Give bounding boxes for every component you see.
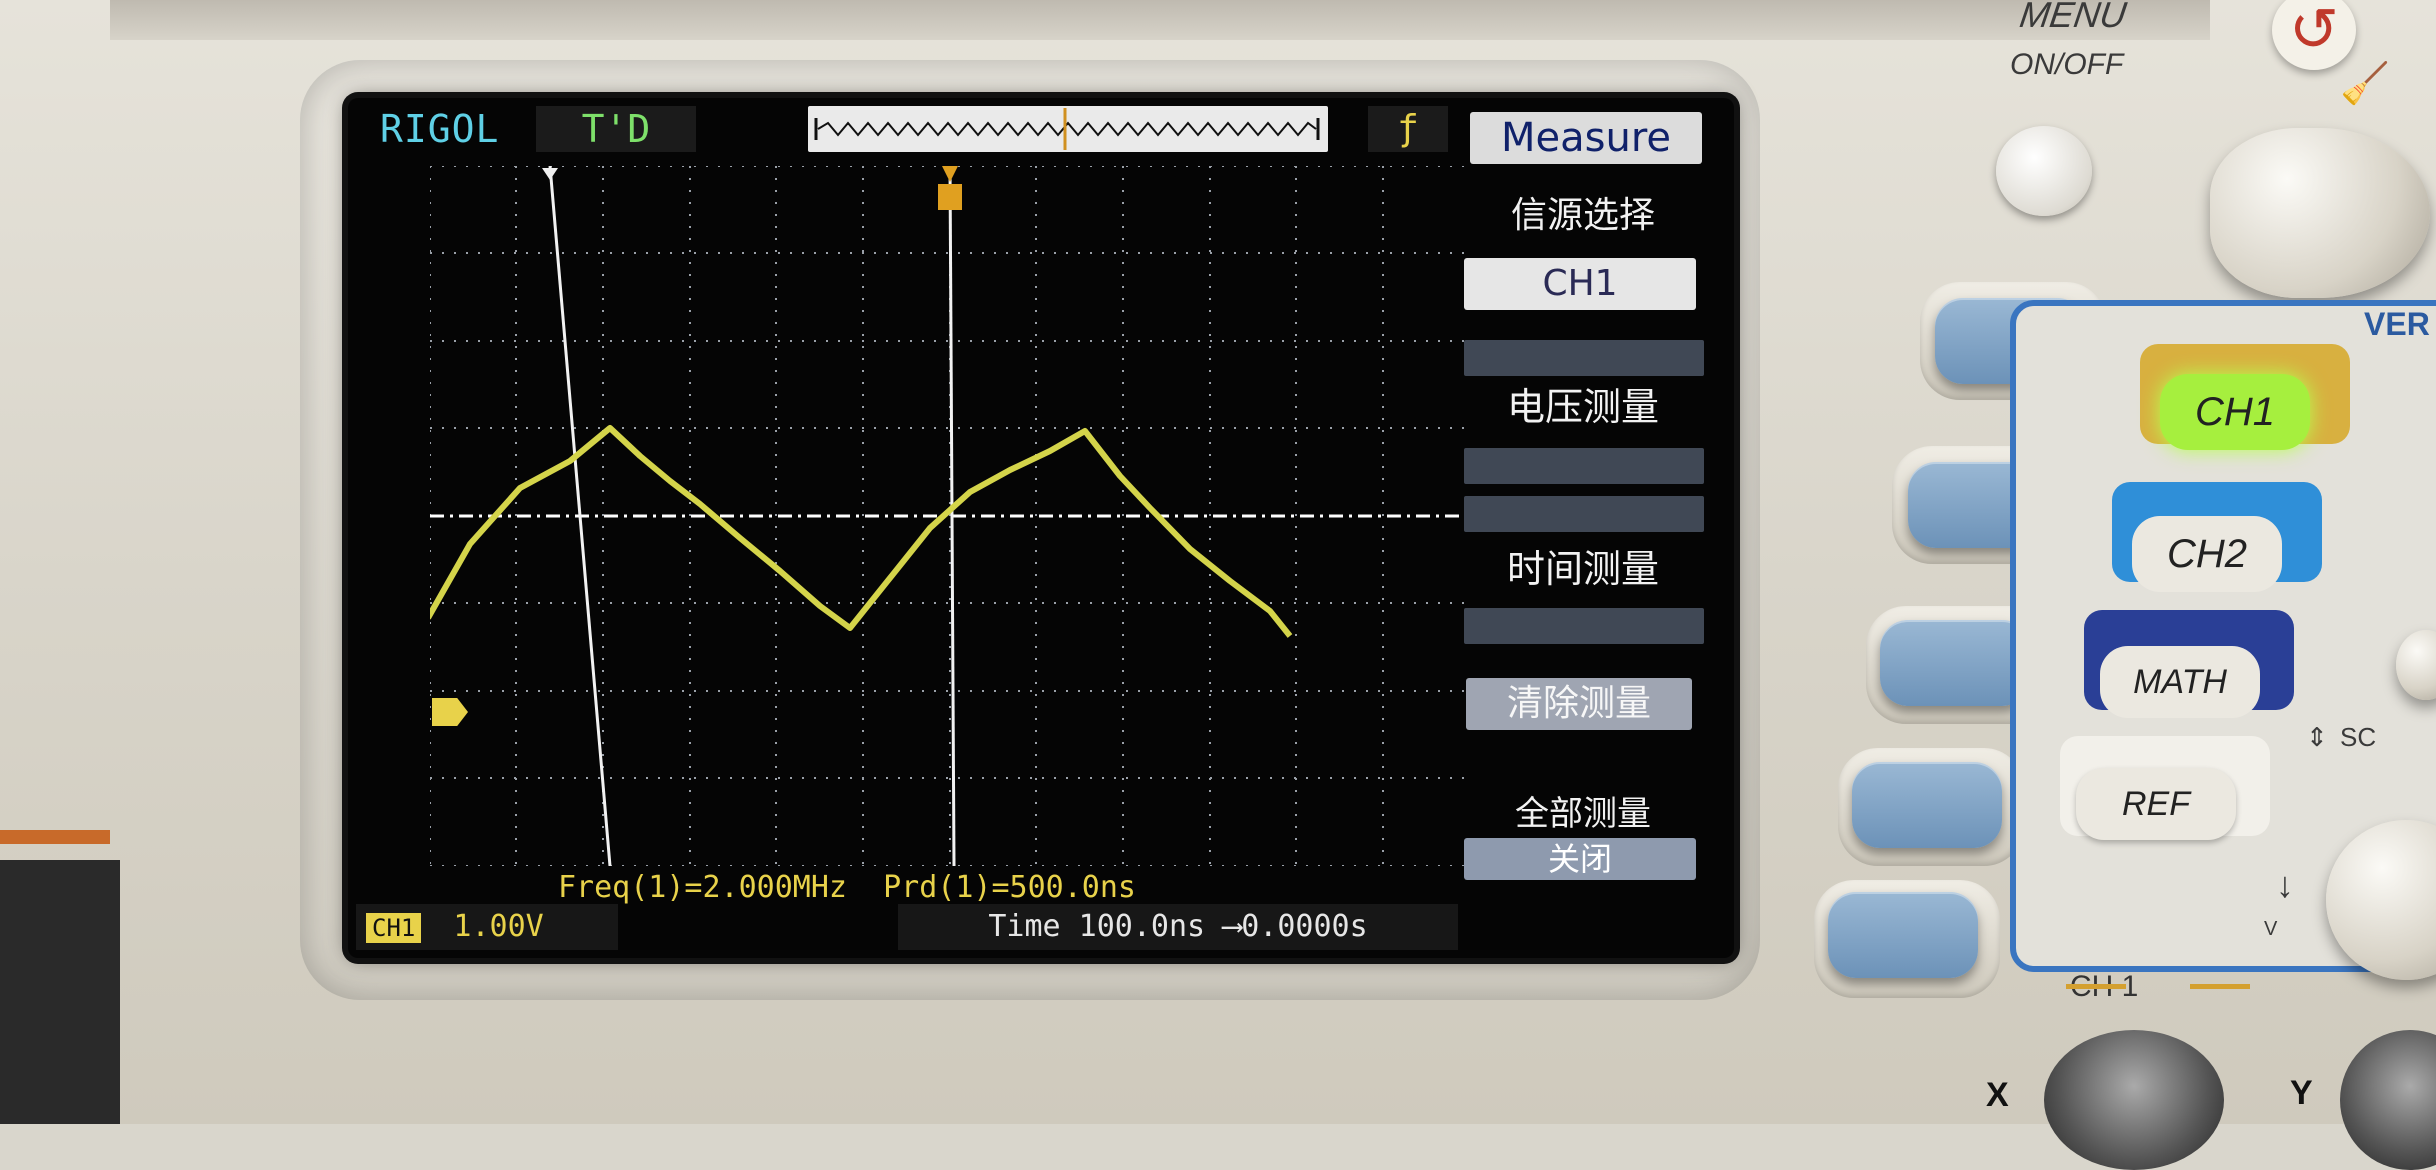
trigger-offset-value: ⟶0.0000s (1223, 909, 1368, 944)
rising-edge-icon: ƒ (1397, 108, 1419, 149)
ch2-button[interactable]: CH2 (2132, 516, 2282, 592)
menu-button-3[interactable] (1880, 620, 2030, 706)
trigger-edge-indicator: ƒ (1368, 106, 1448, 152)
menu-source-value[interactable]: CH1 (1464, 258, 1696, 310)
menu-source-label: 信源选择 (1510, 195, 1655, 236)
oscilloscope-body: RIGOL T'D ƒ Freq(1)=2.000MHz Prd(1)=500.… (0, 0, 2436, 1170)
position-icon: ↓ (2276, 864, 2294, 905)
menu-time-measure[interactable]: 时间测量 (1460, 538, 1706, 593)
menu-onoff-button[interactable] (1996, 126, 2092, 216)
ch1-color-bar (2190, 984, 2250, 989)
menu-all-measure-label: 全部测量 (1515, 794, 1651, 834)
ref-button[interactable]: REF (2076, 768, 2236, 840)
measurement-readout: Freq(1)=2.000MHz Prd(1)=500.0ns (558, 870, 1136, 905)
timebase-value: Time 100.0ns (988, 909, 1224, 944)
ch2-bnc-connector[interactable] (2340, 1030, 2436, 1170)
top-strip (110, 0, 2210, 40)
menu-divider (1464, 496, 1704, 532)
scale-label: SC (2340, 722, 2377, 752)
v-label: V (2264, 918, 2278, 940)
cursor-vertical-b[interactable] (948, 165, 956, 867)
menu-divider (1464, 448, 1704, 484)
scale-arrow-icon: ⇕ (2306, 722, 2328, 752)
menu-all-measure-value[interactable]: 关闭 (1464, 838, 1696, 880)
timeline-waveform (814, 108, 1320, 150)
menu-voltage-measure[interactable]: 电压测量 (1460, 376, 1706, 431)
cursor-a-marker (542, 168, 558, 180)
menu-divider (1464, 608, 1704, 644)
background-bench (0, 860, 120, 1124)
scope-display: RIGOL T'D ƒ Freq(1)=2.000MHz Prd(1)=500.… (348, 98, 1734, 958)
x-input-label: X (1986, 1076, 2009, 1114)
measure-menu: Measure 信源选择 CH1 电压测量 时间测量 清除测量 全部测量 关闭 (1460, 108, 1732, 948)
background-cable (0, 830, 110, 844)
clear-brush-icon: 🧹 (2340, 61, 2390, 107)
ch1-trace (425, 425, 1293, 638)
menu-divider (1464, 340, 1704, 376)
menu-button-5[interactable] (1828, 892, 1978, 978)
ch1-badge: CH1 (366, 912, 422, 943)
ch1-scale-box: CH1 1.00V (356, 904, 618, 950)
math-button[interactable]: MATH (2100, 646, 2260, 718)
timebase-box: Time 100.0ns ⟶0.0000s (898, 904, 1458, 950)
memory-timeline (808, 106, 1328, 152)
ch1-bnc-connector[interactable] (2044, 1030, 2224, 1170)
ch1-color-bar (2066, 984, 2126, 989)
waveform-grid (425, 165, 1470, 867)
trigger-marker-t (938, 184, 962, 210)
brand-label: RIGOL (380, 107, 500, 151)
onoff-label: ON/OFF (2010, 48, 2124, 81)
multipurpose-knob[interactable] (2210, 128, 2430, 298)
menu-clear-measure[interactable]: 清除测量 (1466, 678, 1692, 730)
ch1-volts-div: 1.00V (453, 909, 544, 944)
trigger-position-marker[interactable] (942, 166, 958, 182)
menu-title: Measure (1470, 112, 1702, 164)
menu-label: MENU (2017, 0, 2129, 35)
ch1-button[interactable]: CH1 (2160, 374, 2310, 450)
vertical-label: VER (2364, 306, 2430, 342)
trigger-state: T'D (536, 106, 696, 152)
y-input-label: Y (2290, 1074, 2313, 1112)
menu-button-4[interactable] (1852, 762, 2002, 848)
